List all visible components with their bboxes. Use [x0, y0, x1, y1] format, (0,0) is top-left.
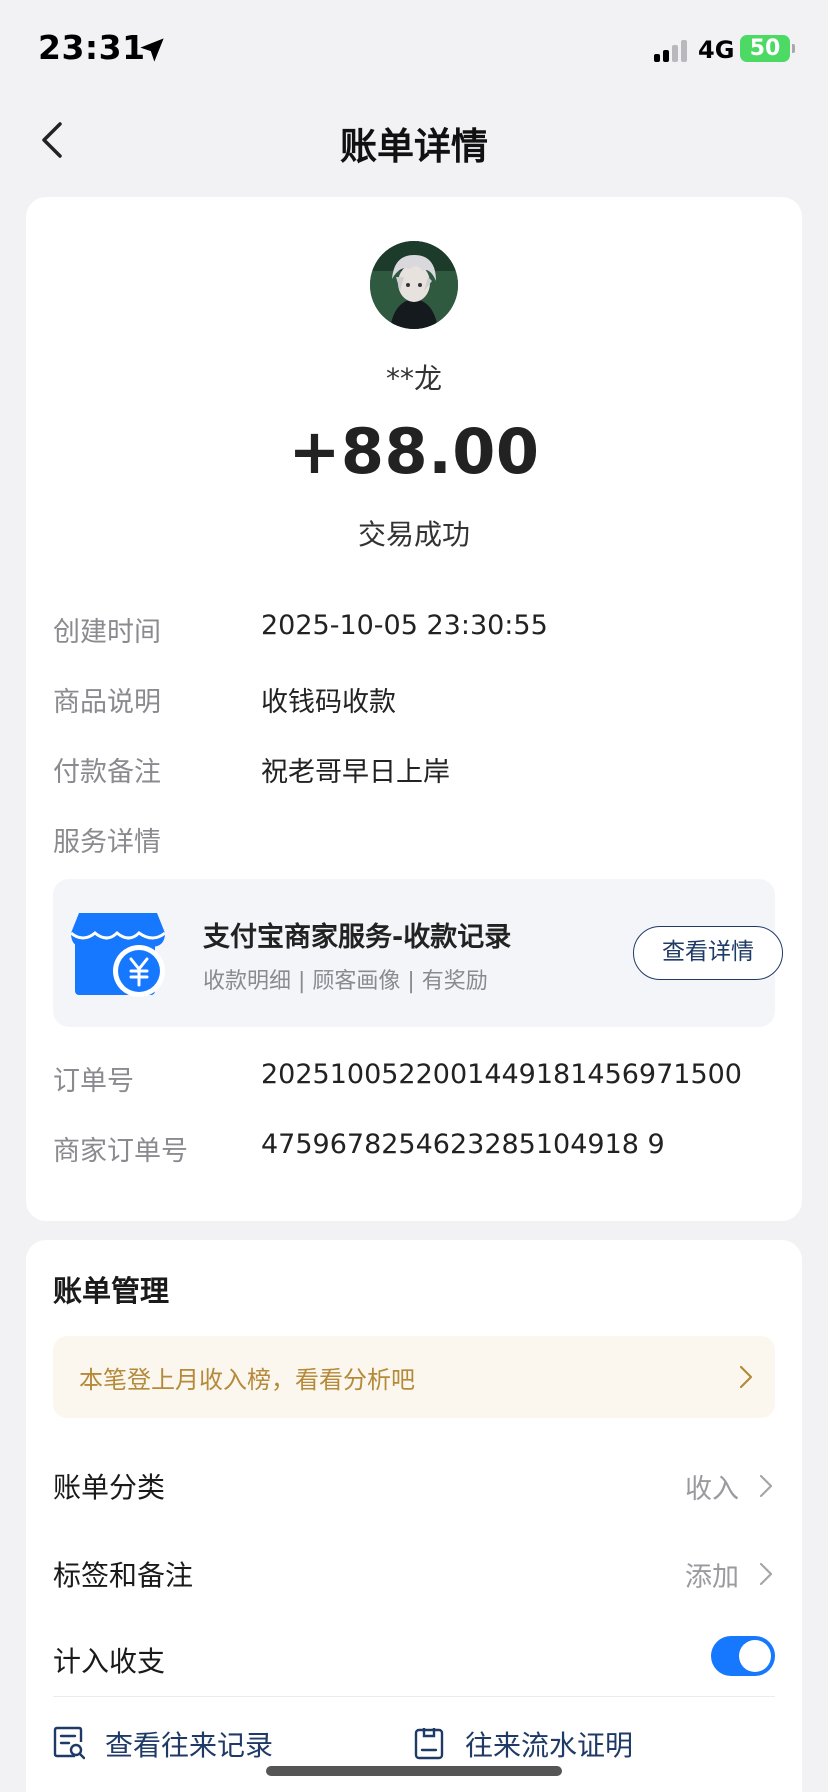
include-in-balance-row: 计入收支	[53, 1632, 775, 1688]
income-rank-banner[interactable]: 本笔登上月收入榜，看看分析吧	[53, 1336, 775, 1418]
payment-remark-value: 祝老哥早日上岸	[261, 757, 450, 788]
merchant-order-row: 商家订单号 4759678254623285104918 9	[53, 1129, 783, 1169]
service-detail-row: 服务详情	[53, 820, 783, 860]
service-subtitle: 收款明细 | 顾客画像 | 有奖励	[203, 969, 488, 994]
divider	[53, 1696, 775, 1697]
page-title: 账单详情	[340, 125, 488, 168]
home-indicator	[266, 1766, 562, 1776]
battery-level: 50	[749, 36, 781, 61]
service-detail-label: 服务详情	[53, 827, 161, 858]
tags-remarks-label: 标签和备注	[53, 1559, 194, 1592]
chevron-right-icon	[759, 1562, 773, 1586]
include-in-balance-label: 计入收支	[53, 1645, 166, 1678]
bill-category-row[interactable]: 账单分类 收入	[53, 1458, 775, 1514]
certificate-icon	[414, 1728, 444, 1760]
bill-category-label: 账单分类	[53, 1471, 166, 1504]
payment-remark-row: 付款备注 祝老哥早日上岸	[53, 750, 783, 790]
avatar-image	[370, 241, 458, 329]
bill-category-value: 收入	[685, 1474, 739, 1505]
battery-icon: 50	[740, 35, 790, 62]
battery-tip	[792, 44, 795, 53]
status-bar: 23:31 4G 50	[0, 0, 828, 100]
product-value: 收钱码收款	[261, 687, 396, 718]
merchant-order-value[interactable]: 4759678254623285104918 9	[261, 1129, 665, 1160]
merchant-order-label: 商家订单号	[53, 1136, 188, 1167]
view-details-button[interactable]: 查看详情	[633, 926, 783, 980]
transaction-proof-text: 往来流水证明	[465, 1729, 634, 1762]
transaction-amount: +88.00	[288, 415, 540, 488]
merchant-service-box[interactable]: 支付宝商家服务-收款记录 收款明细 | 顾客画像 | 有奖励 查看详情	[53, 879, 783, 1027]
network-type: 4G	[698, 36, 735, 64]
chevron-right-icon	[739, 1365, 753, 1389]
include-in-balance-toggle[interactable]	[711, 1636, 775, 1676]
created-time-label: 创建时间	[53, 617, 161, 648]
created-time-value: 2025-10-05 23:30:55	[261, 610, 548, 641]
location-arrow-icon	[140, 38, 164, 62]
bill-management-card: 账单管理 本笔登上月收入榜，看看分析吧 账单分类 收入 标签和备注 添加 计入收…	[26, 1240, 802, 1792]
created-time-row: 创建时间 2025-10-05 23:30:55	[53, 610, 783, 650]
tags-remarks-row[interactable]: 标签和备注 添加	[53, 1546, 775, 1602]
income-rank-banner-text: 本笔登上月收入榜，看看分析吧	[79, 1366, 415, 1394]
payment-remark-label: 付款备注	[53, 757, 161, 788]
bill-management-title: 账单管理	[53, 1274, 170, 1308]
transaction-status: 交易成功	[357, 518, 470, 551]
record-search-icon	[53, 1726, 85, 1760]
view-history-text: 查看往来记录	[105, 1729, 274, 1762]
counterparty-name: **龙	[385, 362, 442, 395]
transaction-detail-card: **龙 +88.00 交易成功 创建时间 2025-10-05 23:30:55…	[26, 197, 802, 1221]
product-label: 商品说明	[53, 687, 161, 718]
tags-remarks-value: 添加	[685, 1562, 739, 1593]
toggle-knob	[739, 1640, 771, 1672]
chevron-right-icon	[759, 1474, 773, 1498]
shop-yuan-icon	[70, 913, 166, 997]
status-time: 23:31	[38, 28, 146, 67]
order-number-value[interactable]: 2025100522001449181456971500	[261, 1059, 742, 1090]
service-title: 支付宝商家服务-收款记录	[203, 922, 512, 953]
product-row: 商品说明 收钱码收款	[53, 680, 783, 720]
avatar[interactable]	[370, 241, 458, 329]
order-number-row: 订单号 2025100522001449181456971500	[53, 1059, 783, 1099]
order-number-label: 订单号	[53, 1066, 134, 1097]
cellular-signal-icon	[654, 38, 690, 62]
